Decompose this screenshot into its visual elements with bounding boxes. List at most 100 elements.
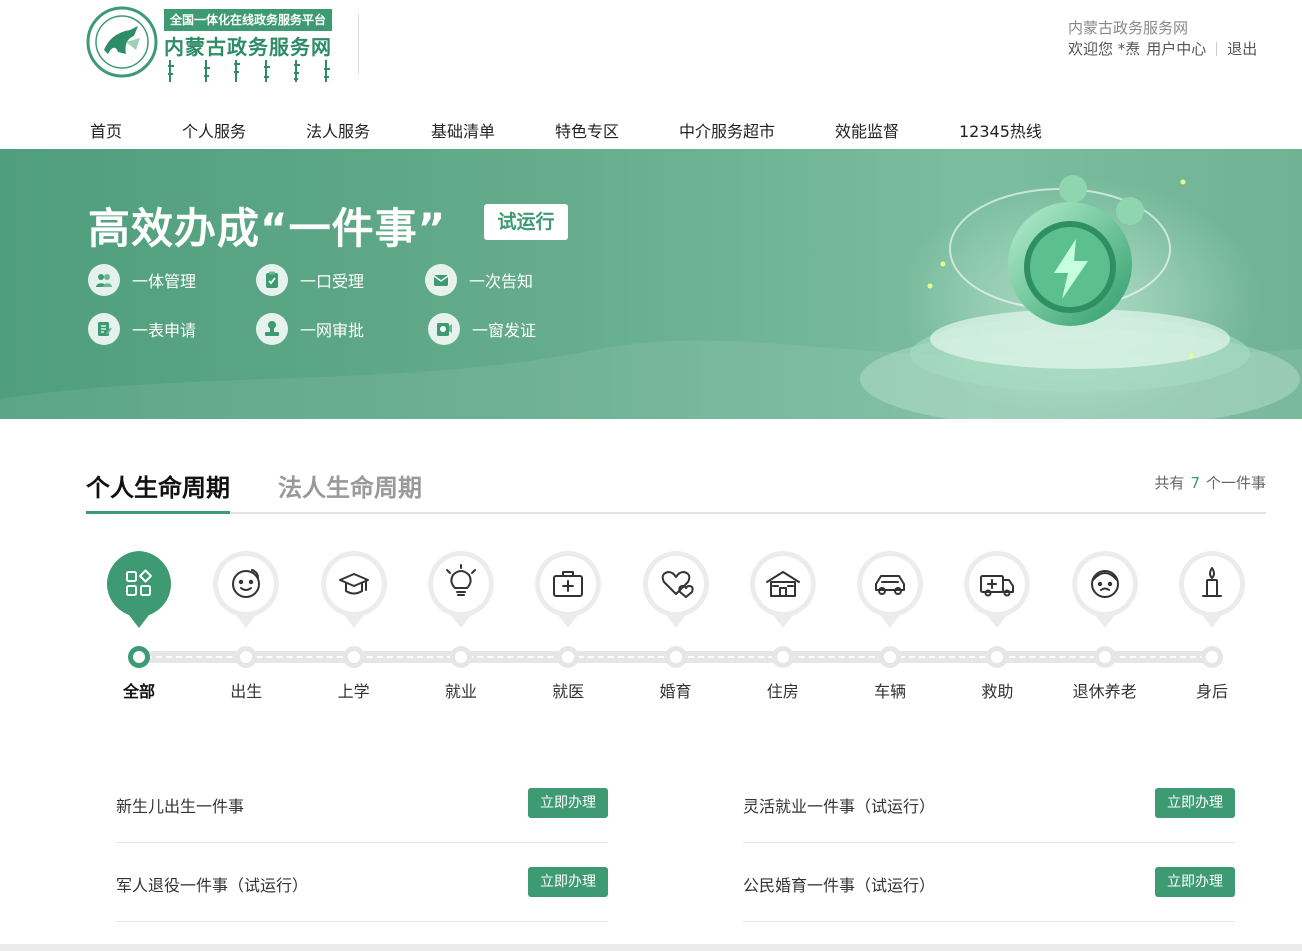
timeline-node-center: [1206, 651, 1218, 663]
timeline-node: [1093, 646, 1116, 668]
stage-label: 全部: [122, 682, 155, 701]
timeline-node: [235, 646, 258, 668]
timeline-node-center: [776, 651, 789, 663]
baby-face-icon: [213, 551, 280, 628]
site-logo[interactable]: 全国一体化在线政务服务平台 内蒙古政务服务网: [86, 6, 361, 90]
candle-icon: [1179, 551, 1245, 628]
welcome-text: 欢迎您 *焘: [1068, 40, 1141, 58]
form-edit-icon: [88, 313, 120, 345]
site-title: 内蒙古政务服务网: [164, 35, 332, 59]
medical-kit-icon: [535, 551, 602, 628]
timeline-node-center: [562, 651, 575, 663]
timeline-node: [664, 646, 687, 668]
stage-label: 上学: [337, 682, 370, 701]
user-bar-separator: [1216, 41, 1218, 56]
apply-now-button[interactable]: 立即办理: [1155, 788, 1235, 818]
logout-link[interactable]: 退出: [1227, 38, 1257, 59]
feature-label: 一窗发证: [472, 321, 537, 340]
nav-item-home[interactable]: 首页: [90, 118, 122, 142]
timeline-node-center: [454, 651, 467, 663]
timeline-node: [986, 646, 1009, 668]
feature-label: 一表申请: [132, 321, 197, 340]
feature-label: 一网审批: [300, 321, 365, 340]
feature-window-certificate: 一窗发证: [428, 313, 536, 345]
lightbulb-icon: [427, 551, 494, 628]
stage-label: 出生: [230, 682, 263, 701]
service-item: 公民婚育一件事（试运行） 立即办理: [743, 843, 1235, 922]
graduation-cap-icon: [320, 551, 387, 628]
stage-label: 退休养老: [1072, 682, 1137, 701]
header: 全国一体化在线政务服务平台 内蒙古政务服务网 内蒙古政务服务网 欢迎您 *焘 用…: [0, 0, 1302, 100]
service-item: 灵活就业一件事（试运行） 立即办理: [743, 764, 1235, 843]
feature-label: 一次告知: [469, 272, 534, 291]
certificate-icon: [428, 313, 460, 345]
life-stages: 全部 出生 上学 就业 就医 婚育 住房 车辆 救助 退休养老 身后: [86, 550, 1266, 710]
nav-item-special[interactable]: 特色专区: [555, 118, 619, 142]
timeline-node-center: [1098, 651, 1111, 663]
stage-label: 车辆: [874, 682, 907, 701]
service-title[interactable]: 公民婚育一件事（试运行）: [743, 872, 935, 896]
count-number: 7: [1190, 474, 1200, 492]
feature-label: 一体管理: [132, 272, 197, 291]
tabs-divider: [86, 512, 1266, 514]
user-center-link[interactable]: 用户中心: [1146, 38, 1206, 59]
active-tab-indicator: [86, 511, 230, 514]
timeline-node: [128, 646, 150, 668]
service-item: 新生儿出生一件事 立即办理: [116, 764, 608, 843]
timeline-node: [449, 646, 472, 668]
apply-now-button[interactable]: 立即办理: [528, 788, 608, 818]
elder-face-icon: [1071, 551, 1138, 628]
header-divider: [358, 14, 359, 74]
stage-label: 住房: [766, 682, 799, 701]
platform-tag: 全国一体化在线政务服务平台: [164, 9, 333, 31]
stage-label: 身后: [1195, 682, 1228, 701]
envelope-icon: [425, 264, 457, 296]
timeline-node: [342, 646, 365, 668]
stage-label: 就医: [552, 682, 585, 701]
service-item: 军人退役一件事（试运行） 立即办理: [116, 843, 608, 922]
clipboard-check-icon: [256, 264, 288, 296]
timeline-node-center: [669, 651, 682, 663]
nav-item-corporate[interactable]: 法人服务: [306, 118, 370, 142]
user-bar: 欢迎您 *焘 用户中心 退出: [1068, 38, 1257, 59]
feature-single-acceptance: 一口受理: [256, 264, 364, 296]
user-site-name: 内蒙古政务服务网: [1068, 19, 1189, 37]
timeline-node: [557, 646, 580, 668]
timeline-node-center: [240, 651, 253, 663]
service-title[interactable]: 灵活就业一件事（试运行）: [743, 793, 935, 817]
nav-item-personal[interactable]: 个人服务: [182, 118, 246, 142]
apply-now-button[interactable]: 立即办理: [528, 867, 608, 897]
timeline-node-center: [884, 651, 897, 663]
feature-one-notification: 一次告知: [425, 264, 533, 296]
feature-label: 一口受理: [300, 272, 365, 291]
trial-badge: 试运行: [484, 204, 568, 240]
tab-personal-lifecycle[interactable]: 个人生命周期: [86, 468, 230, 503]
apply-now-button[interactable]: 立即办理: [1155, 867, 1235, 897]
feature-one-form: 一表申请: [88, 313, 196, 345]
timeline-node-center: [347, 651, 360, 663]
emblem-icon: [86, 6, 158, 78]
people-icon: [88, 264, 120, 296]
lifecycle-tabs: 个人生命周期 法人生命周期 共有 7 个一件事: [86, 460, 1266, 516]
car-icon: [857, 551, 924, 628]
timeline-node: [1201, 646, 1223, 668]
tab-corporate-lifecycle[interactable]: 法人生命周期: [278, 468, 422, 503]
nav-item-supervision[interactable]: 效能监督: [835, 118, 899, 142]
main-nav: 首页 个人服务 法人服务 基础清单 特色专区 中介服务超市 效能监督 12345…: [0, 108, 1302, 148]
count-prefix: 共有: [1154, 474, 1185, 492]
timeline-node: [879, 646, 902, 668]
item-count: 共有 7 个一件事: [1154, 472, 1266, 493]
ambulance-icon: [964, 551, 1031, 628]
grid-icon: [107, 551, 171, 628]
nav-item-hotline[interactable]: 12345热线: [959, 118, 1042, 142]
feature-unified-management: 一体管理: [88, 264, 196, 296]
mongolian-script-icon: [168, 60, 330, 82]
service-title[interactable]: 新生儿出生一件事: [116, 793, 244, 817]
stage-label: 婚育: [659, 682, 692, 701]
nav-item-basic-list[interactable]: 基础清单: [431, 118, 495, 142]
service-title[interactable]: 军人退役一件事（试运行）: [116, 872, 308, 896]
timeline-node: [771, 646, 794, 668]
feature-online-approval: 一网审批: [256, 313, 364, 345]
banner-title: 高效办成“一件事”: [88, 204, 447, 253]
nav-item-intermediary[interactable]: 中介服务超市: [679, 118, 775, 142]
